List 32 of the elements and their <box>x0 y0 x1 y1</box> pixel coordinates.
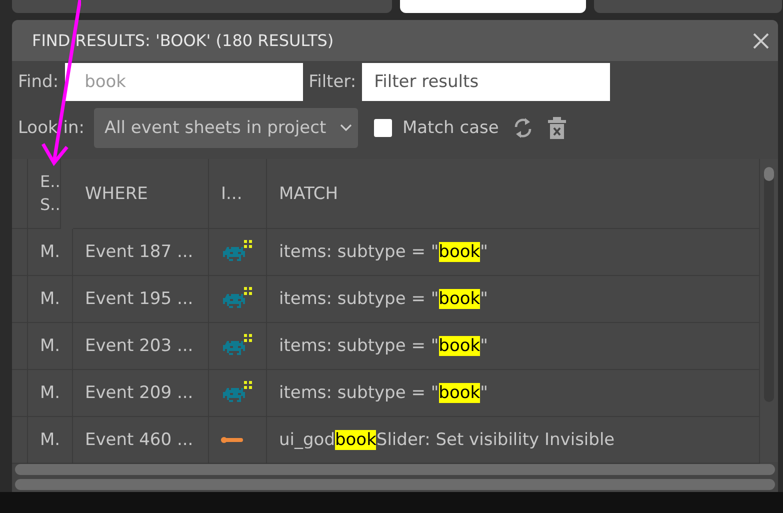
table-cell: items: subtype = "book" <box>267 323 760 370</box>
chevron-down-icon <box>340 124 352 132</box>
table-cell: Event 209 ... <box>73 370 209 417</box>
table-cell: M. <box>28 229 73 276</box>
column-header[interactable]: E.. S.. <box>28 159 61 229</box>
column-header[interactable]: I... <box>209 159 267 229</box>
table-cell: Event 187 ... <box>73 229 209 276</box>
close-icon[interactable] <box>752 32 770 50</box>
look-in-dropdown[interactable]: All event sheets in project <box>94 108 358 148</box>
table-cell: Event 203 ... <box>73 323 209 370</box>
find-field[interactable]: book <box>64 63 303 101</box>
panel-title: FIND RESULTS: 'BOOK' (180 RESULTS) <box>32 31 335 50</box>
table-cell: Event 195 ... <box>73 276 209 323</box>
table-cell: items: subtype = "book" <box>267 276 760 323</box>
horizontal-scrollbar[interactable] <box>15 464 775 475</box>
delete-icon[interactable] <box>546 116 567 140</box>
slider-icon <box>221 437 243 443</box>
table-cell: items: subtype = "book" <box>267 229 760 276</box>
column-header[interactable]: WHERE <box>73 159 209 229</box>
filter-field[interactable]: Filter results <box>362 63 610 101</box>
find-label: Find: <box>18 72 59 92</box>
vertical-scrollbar[interactable] <box>764 167 774 402</box>
table-cell: M. <box>28 323 73 370</box>
match-case-label: Match case <box>402 118 499 138</box>
column-header[interactable]: MATCH <box>267 159 760 229</box>
match-case-checkbox[interactable] <box>374 119 392 137</box>
table-cell: M. <box>28 276 73 323</box>
look-in-label: Look in: <box>18 118 84 138</box>
table-cell: M. <box>28 370 73 417</box>
filter-label: Filter: <box>308 72 356 92</box>
table-cell: items: subtype = "book" <box>267 370 760 417</box>
horizontal-scrollbar[interactable] <box>15 479 775 490</box>
